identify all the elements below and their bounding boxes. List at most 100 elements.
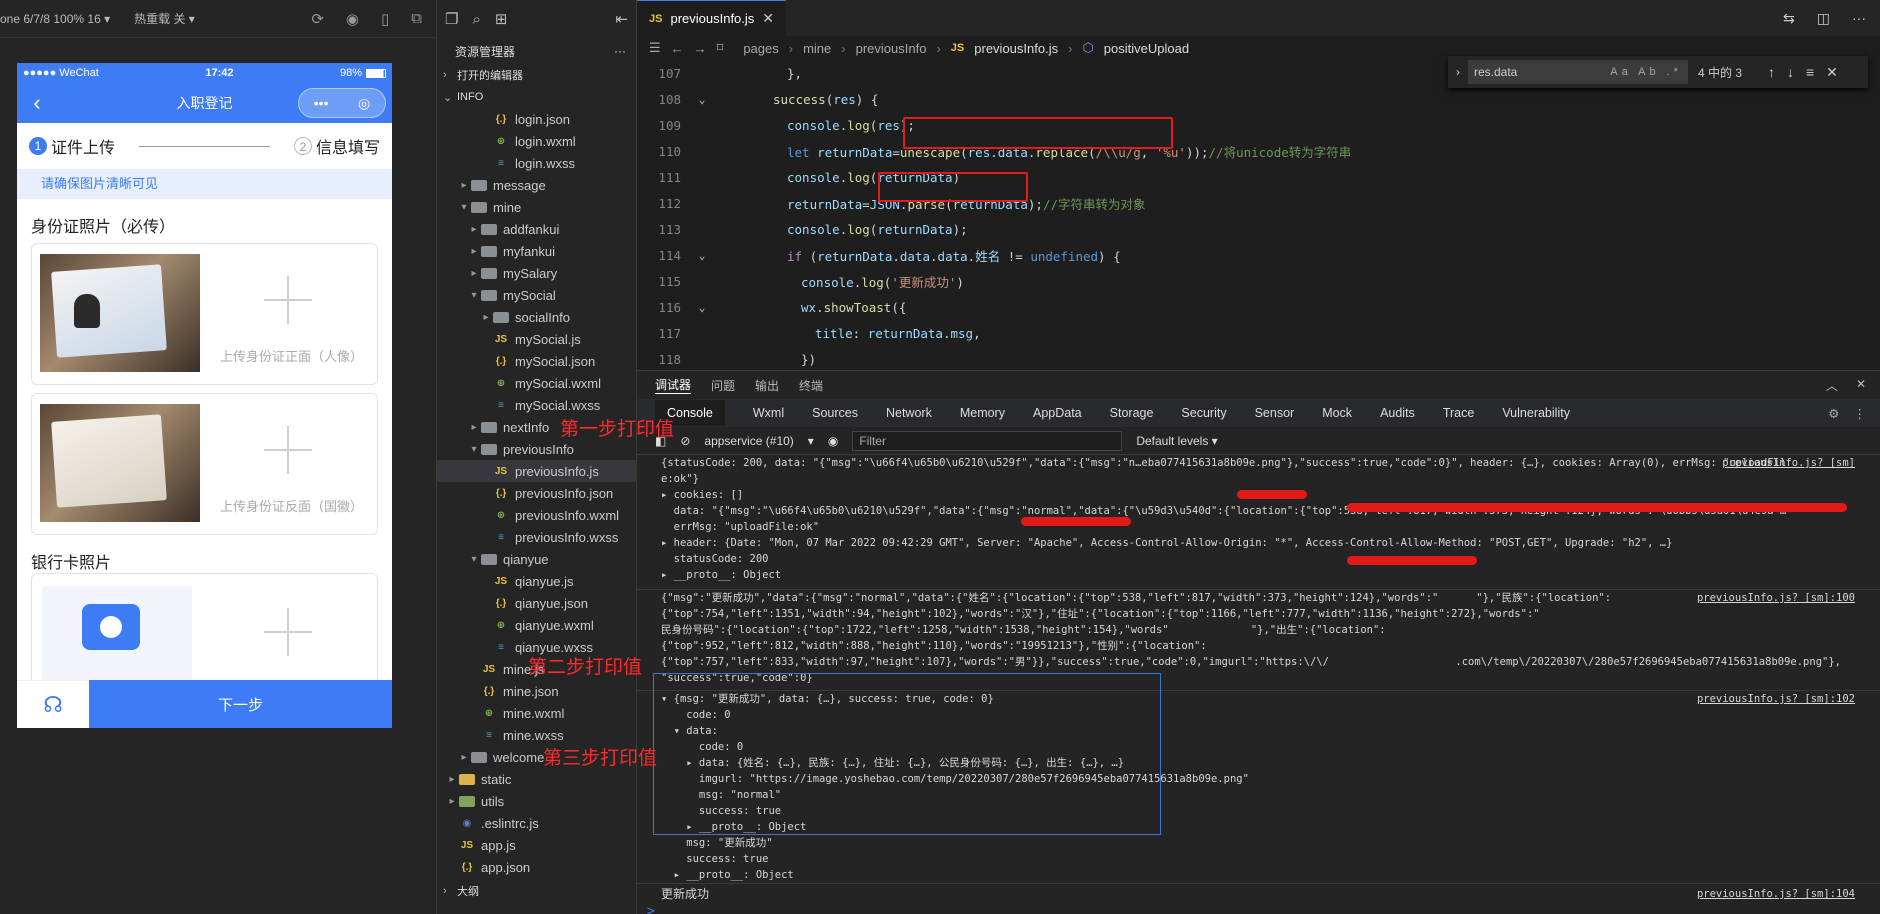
context-select[interactable]: appservice (#10): [704, 434, 793, 448]
log-entry[interactable]: {statusCode: 200, data: "{"msg":"\u66f4\…: [637, 455, 1880, 471]
tree-file[interactable]: ≡ mySocial.wxss: [437, 394, 636, 416]
hot-reload-toggle[interactable]: 热重载 关 ▾: [134, 10, 195, 27]
devtools-tab-security[interactable]: Security: [1181, 406, 1226, 420]
tree-folder[interactable]: ▾ previousInfo: [437, 438, 636, 460]
tab-output[interactable]: 输出: [755, 377, 779, 394]
filter-input[interactable]: Filter: [852, 430, 1123, 451]
tree-file[interactable]: {.} previousInfo.json: [437, 482, 636, 504]
devtools-tab-wxml[interactable]: Wxml: [753, 406, 784, 420]
code-line[interactable]: 115 console.log('更新成功'): [637, 268, 1880, 294]
gear-icon[interactable]: ⚙: [1828, 406, 1839, 421]
source-control-icon[interactable]: ⊞: [495, 10, 508, 28]
headset-icon[interactable]: ☊: [17, 680, 89, 728]
find-input[interactable]: res.data Aa Ab .*: [1468, 60, 1688, 84]
tree-file[interactable]: {.} qianyue.json: [437, 592, 636, 614]
code-line[interactable]: 108 ⌄ success(res) {: [637, 86, 1880, 112]
chevron-right-icon[interactable]: ▸: [479, 312, 493, 323]
code-line[interactable]: 118}): [637, 346, 1880, 372]
chevron-down-icon[interactable]: ▾: [467, 290, 481, 301]
open-editors-section[interactable]: › 打开的编辑器: [437, 64, 636, 86]
tree-file[interactable]: ≡ previousInfo.wxss: [437, 526, 636, 548]
plus-icon[interactable]: [264, 426, 312, 474]
tree-folder[interactable]: ▸ message: [437, 174, 636, 196]
code-line[interactable]: 116 ⌄ wx.showToast({: [637, 294, 1880, 320]
more-dots-icon[interactable]: •••: [314, 95, 329, 111]
phone-icon[interactable]: ▯: [381, 10, 389, 28]
devtools-tab-audits[interactable]: Audits: [1380, 406, 1415, 420]
tree-file[interactable]: JS qianyue.js: [437, 570, 636, 592]
code-line[interactable]: 114 ⌄ if (returnData.data.data.姓名 != undef…: [637, 242, 1880, 268]
window-icon[interactable]: ⧉: [411, 10, 422, 28]
chevron-down-icon[interactable]: ▾: [467, 444, 481, 455]
devtools-tab-memory[interactable]: Memory: [960, 406, 1005, 420]
code-line[interactable]: 113 console.log(returnData);: [637, 216, 1880, 242]
tab-problems[interactable]: 问题: [711, 377, 735, 394]
tree-file[interactable]: {.} mine.json: [437, 680, 636, 702]
tree-file[interactable]: {.} app.json: [437, 856, 636, 878]
tree-folder[interactable]: ▾ mine: [437, 196, 636, 218]
more-icon[interactable]: ···: [614, 44, 626, 58]
eye-icon[interactable]: ◉: [828, 434, 838, 448]
chevron-right-icon[interactable]: ▸: [457, 752, 471, 763]
tab-debugger[interactable]: 调试器: [655, 376, 692, 394]
next-button[interactable]: 下一步: [89, 680, 392, 728]
devtools-tab-appdata[interactable]: AppData: [1033, 406, 1082, 420]
tab-terminal[interactable]: 终端: [799, 377, 823, 394]
arrow-up-icon[interactable]: ↑: [1768, 64, 1775, 81]
chevron-right-icon[interactable]: ▸: [457, 180, 471, 191]
tree-folder[interactable]: ▸ myfankui: [437, 240, 636, 262]
more-icon[interactable]: ⋮: [1854, 406, 1867, 421]
tree-file[interactable]: ⊕ mySocial.wxml: [437, 372, 636, 394]
chevron-right-icon[interactable]: ›: [1448, 65, 1468, 79]
chevron-down-icon[interactable]: ▾: [467, 554, 481, 565]
breadcrumb-item[interactable]: previousInfo: [856, 41, 927, 56]
device-select[interactable]: one 6/7/8 100% 16 ▾: [0, 12, 110, 26]
devtools-tab-sources[interactable]: Sources: [812, 406, 858, 420]
find-options-icon[interactable]: Aa Ab .*: [1610, 66, 1682, 78]
devtools-tab-vulnerability[interactable]: Vulnerability: [1502, 406, 1570, 420]
fold-chevron-icon[interactable]: ⌄: [687, 93, 717, 106]
breadcrumb-item[interactable]: pages: [743, 41, 778, 56]
code-line[interactable]: 112 returnData=JSON.parse(returnData);//字…: [637, 190, 1880, 216]
log-source-link[interactable]: previousInfo.js? [sm]:104: [1697, 885, 1855, 903]
tree-folder[interactable]: ▸ mySalary: [437, 262, 636, 284]
plus-icon[interactable]: [264, 276, 312, 324]
tree-file[interactable]: {.} login.json: [437, 108, 636, 130]
tree-file[interactable]: JS previousInfo.js: [437, 460, 636, 482]
compare-icon[interactable]: ⇆: [1783, 10, 1795, 27]
close-icon[interactable]: ✕: [1856, 377, 1866, 394]
code-area[interactable]: 107}, 108 ⌄ success(res) {109 console.log(re…: [637, 60, 1880, 370]
stop-icon[interactable]: ◉: [346, 10, 359, 28]
chevron-right-icon[interactable]: ▸: [467, 224, 481, 235]
tree-file[interactable]: ◉ .eslintrc.js: [437, 812, 636, 834]
tree-folder[interactable]: ▸ static: [437, 768, 636, 790]
tree-file[interactable]: JS mySocial.js: [437, 328, 636, 350]
tree-folder[interactable]: ▸ socialInfo: [437, 306, 636, 328]
miniprogram-capsule[interactable]: ••• ◎: [298, 88, 386, 118]
tree-file[interactable]: ⊕ previousInfo.wxml: [437, 504, 636, 526]
list-icon[interactable]: ☰: [649, 40, 661, 56]
code-line[interactable]: 109 console.log(res);: [637, 112, 1880, 138]
log-prop[interactable]: ▸ header: {Date: "Mon, 07 Mar 2022 09:42…: [637, 535, 1880, 551]
editor-tab[interactable]: JS previousInfo.js ✕: [637, 0, 787, 36]
tree-folder[interactable]: ▸ utils: [437, 790, 636, 812]
log-source-link[interactable]: previousInfo.js? [sm]:100: [1697, 591, 1855, 605]
close-icon[interactable]: ✕: [762, 10, 774, 27]
bank-card-upload[interactable]: [31, 573, 378, 693]
code-line[interactable]: 110 let returnData=unescape(res.data.repl…: [637, 138, 1880, 164]
refresh-icon[interactable]: ⟳: [311, 10, 324, 28]
fold-chevron-icon[interactable]: ⌄: [687, 249, 717, 262]
breadcrumb-item[interactable]: mine: [803, 41, 831, 56]
forward-arrow-icon[interactable]: →: [694, 41, 707, 56]
log-source-link[interactable]: previousInfo.js? [sm]: [1722, 456, 1855, 470]
tree-file[interactable]: JS app.js: [437, 834, 636, 856]
more-icon[interactable]: ···: [1852, 10, 1866, 26]
outline-section[interactable]: › 大纲: [437, 880, 637, 902]
back-arrow-icon[interactable]: ←: [671, 41, 684, 56]
find-query[interactable]: res.data: [1474, 65, 1610, 79]
fold-chevron-icon[interactable]: ⌄: [687, 301, 717, 314]
id-back-card[interactable]: 上传身份证反面（国徽）: [31, 393, 378, 535]
devtools-tab-network[interactable]: Network: [886, 406, 932, 420]
chevron-right-icon[interactable]: ▸: [467, 268, 481, 279]
log-source-link[interactable]: previousInfo.js? [sm]:102: [1697, 692, 1855, 706]
